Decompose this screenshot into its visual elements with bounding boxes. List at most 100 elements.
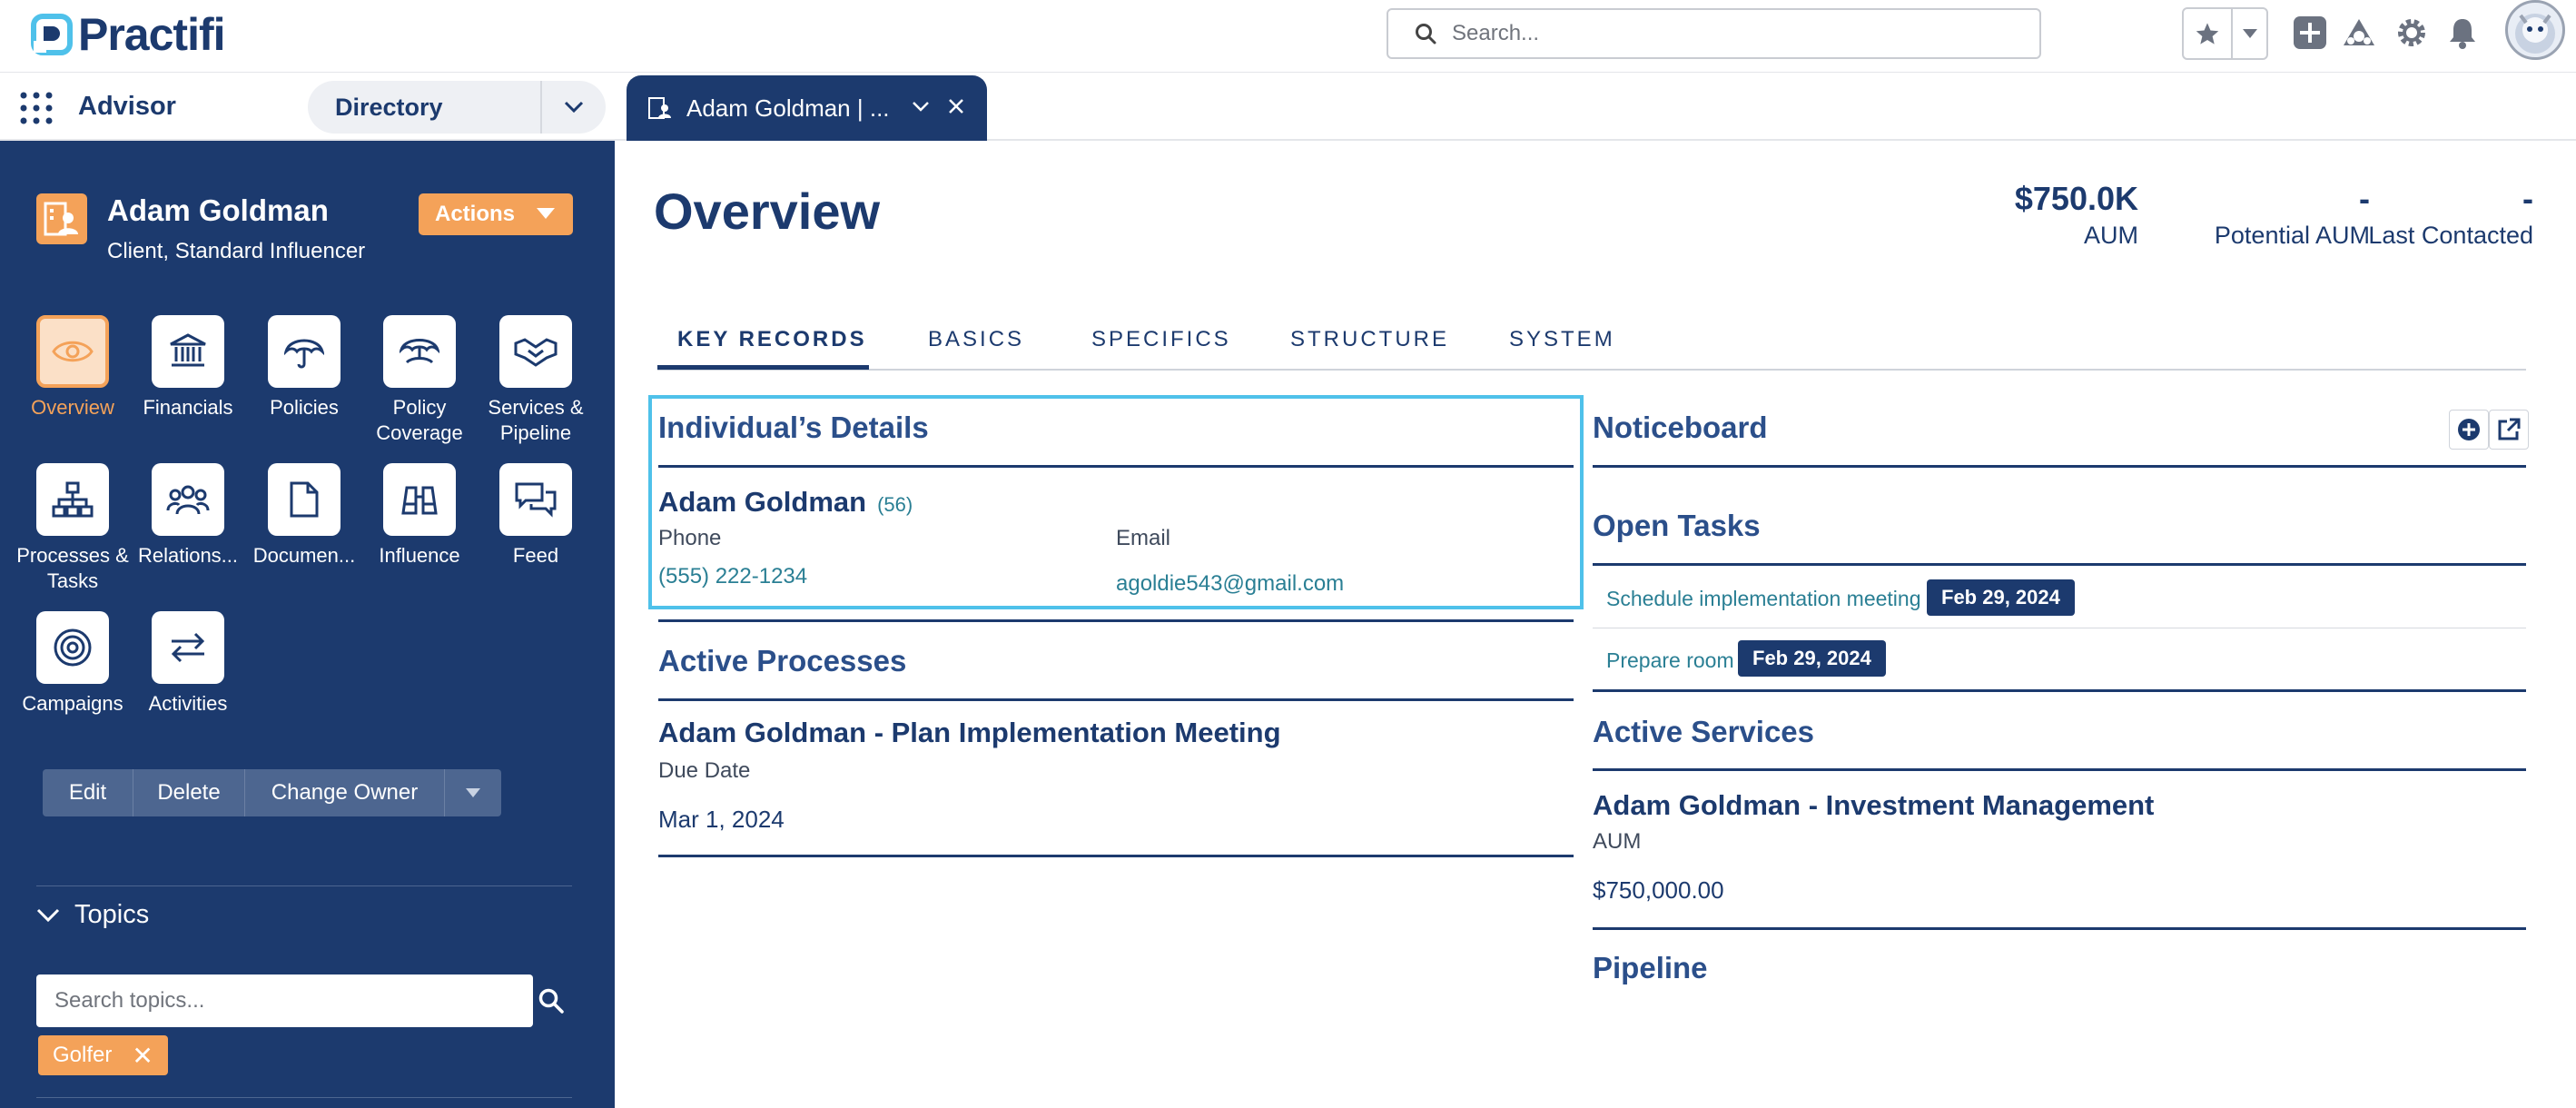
tab-structure[interactable]: STRUCTURE — [1290, 327, 1449, 352]
nav-label: Policies — [270, 396, 339, 419]
phone-link[interactable]: (555) 222-1234 — [658, 564, 807, 589]
user-avatar[interactable] — [2505, 0, 2565, 60]
global-create-button[interactable] — [2290, 13, 2330, 53]
gear-icon — [2398, 19, 2425, 46]
external-link-icon — [2498, 418, 2521, 440]
close-tab-icon[interactable] — [948, 98, 964, 119]
service-name-link[interactable]: Adam Goldman - Investment Management — [1593, 789, 2154, 822]
delete-button[interactable]: Delete — [133, 769, 245, 816]
settings-button[interactable] — [2392, 13, 2432, 53]
email-label: Email — [1116, 526, 1171, 550]
favorites-dropdown-button[interactable] — [2233, 9, 2266, 58]
phone-label: Phone — [658, 526, 722, 550]
notifications-button[interactable] — [2443, 13, 2482, 53]
topics-toggle[interactable]: Topics — [36, 900, 149, 930]
search-icon[interactable] — [538, 987, 565, 1014]
record-tab-adam-goldman[interactable]: Adam Goldman | ... — [627, 75, 987, 141]
active-tab-indicator — [657, 365, 869, 370]
eye-icon — [36, 315, 109, 388]
noticeboard-title: Noticeboard — [1593, 411, 1768, 444]
active-processes-title: Active Processes — [658, 644, 907, 678]
topics-title: Topics — [74, 900, 150, 929]
nav-policy-coverage[interactable]: Policy Coverage — [361, 315, 478, 446]
section-divider — [1593, 563, 2526, 566]
actions-label: Actions — [435, 202, 516, 226]
service-aum-value: $750,000.00 — [1593, 876, 1724, 904]
divider — [36, 885, 572, 886]
nav-overview[interactable]: Overview — [15, 315, 131, 420]
contact-icon — [648, 97, 671, 119]
more-actions-button[interactable] — [445, 769, 501, 816]
trailhead-button[interactable] — [2339, 13, 2379, 53]
global-search[interactable] — [1387, 8, 2041, 59]
nav-services-pipeline[interactable]: Services & Pipeline — [478, 315, 594, 446]
task-link[interactable]: Schedule implementation meeting — [1606, 587, 1920, 611]
practifi-logo[interactable]: Practifi — [31, 9, 226, 60]
binoculars-icon — [383, 463, 456, 536]
nav-campaigns[interactable]: Campaigns — [15, 611, 131, 717]
task-due-badge: Feb 29, 2024 — [1738, 640, 1886, 677]
tab-system[interactable]: SYSTEM — [1509, 327, 1615, 352]
edit-button[interactable]: Edit — [43, 769, 133, 816]
metric-label: Last Contacted — [2368, 222, 2533, 249]
actions-button[interactable]: Actions — [419, 193, 573, 235]
favorite-star-button[interactable] — [2184, 9, 2233, 58]
directory-select[interactable]: Directory — [308, 81, 606, 134]
nav-financials[interactable]: Financials — [130, 315, 246, 420]
nav-activities[interactable]: Activities — [130, 611, 246, 717]
handshake-icon — [499, 315, 572, 388]
open-noticeboard-button[interactable] — [2489, 410, 2529, 450]
nav-label: Processes & Tasks — [16, 544, 129, 592]
metric-potential-aum: - Potential AUM — [2161, 180, 2370, 250]
cloud-help-icon — [2344, 19, 2374, 45]
topic-search-box[interactable] — [36, 974, 533, 1027]
metric-last-contacted: - Last Contacted — [2352, 180, 2533, 250]
task-link[interactable]: Prepare room — [1606, 648, 1734, 673]
add-notice-button[interactable] — [2449, 410, 2489, 450]
nav-processes-tasks[interactable]: Processes & Tasks — [15, 463, 131, 594]
tab-specifics[interactable]: SPECIFICS — [1091, 327, 1231, 352]
star-icon — [2196, 23, 2219, 45]
section-divider — [658, 465, 1574, 468]
practifi-logo-icon — [31, 14, 73, 55]
section-divider — [1593, 465, 2526, 468]
tab-key-records[interactable]: KEY RECORDS — [677, 327, 867, 352]
section-divider — [1593, 768, 2526, 771]
tab-basics[interactable]: BASICS — [928, 327, 1024, 352]
bell-icon — [2450, 19, 2475, 49]
due-date-value: Mar 1, 2024 — [658, 806, 785, 833]
umbrella-hand-icon — [383, 315, 456, 388]
topic-chip-label: Golfer — [53, 1043, 113, 1067]
process-name-link[interactable]: Adam Goldman - Plan Implementation Meeti… — [658, 717, 1281, 749]
remove-topic-icon[interactable]: ✕ — [132, 1041, 153, 1071]
app-name: Advisor — [78, 92, 176, 121]
section-divider — [1593, 689, 2526, 692]
target-icon — [36, 611, 109, 684]
people-icon — [152, 463, 224, 536]
bank-icon — [152, 315, 224, 388]
nav-documents[interactable]: Documen... — [246, 463, 362, 569]
section-divider — [658, 698, 1574, 701]
nav-policies[interactable]: Policies — [246, 315, 362, 420]
nav-feed[interactable]: Feed — [478, 463, 594, 569]
email-link[interactable]: agoldie543@gmail.com — [1116, 571, 1344, 597]
nav-influence[interactable]: Influence — [361, 463, 478, 569]
section-divider — [658, 619, 1574, 622]
app-launcher-icon[interactable] — [18, 90, 54, 126]
overview-tabs: KEY RECORDS BASICS SPECIFICS STRUCTURE S… — [657, 316, 2526, 371]
chevron-down-icon[interactable] — [542, 101, 606, 114]
nav-relationships[interactable]: Relations... — [130, 463, 246, 569]
tab-menu-chevron-icon[interactable] — [912, 100, 930, 116]
plus-circle-icon — [2458, 419, 2480, 440]
metric-value: - — [2522, 180, 2533, 217]
plus-square-icon — [2294, 16, 2326, 49]
brand-name: Practifi — [78, 9, 226, 60]
search-input[interactable] — [1452, 21, 1997, 46]
topic-chip-golfer[interactable]: Golfer ✕ — [38, 1035, 168, 1075]
umbrella-icon — [268, 315, 341, 388]
change-owner-button[interactable]: Change Owner — [245, 769, 445, 816]
metric-value: - — [2359, 180, 2370, 217]
favorites-group — [2182, 7, 2268, 60]
metric-label: Potential AUM — [2214, 222, 2370, 249]
topic-search-input[interactable] — [54, 988, 508, 1014]
